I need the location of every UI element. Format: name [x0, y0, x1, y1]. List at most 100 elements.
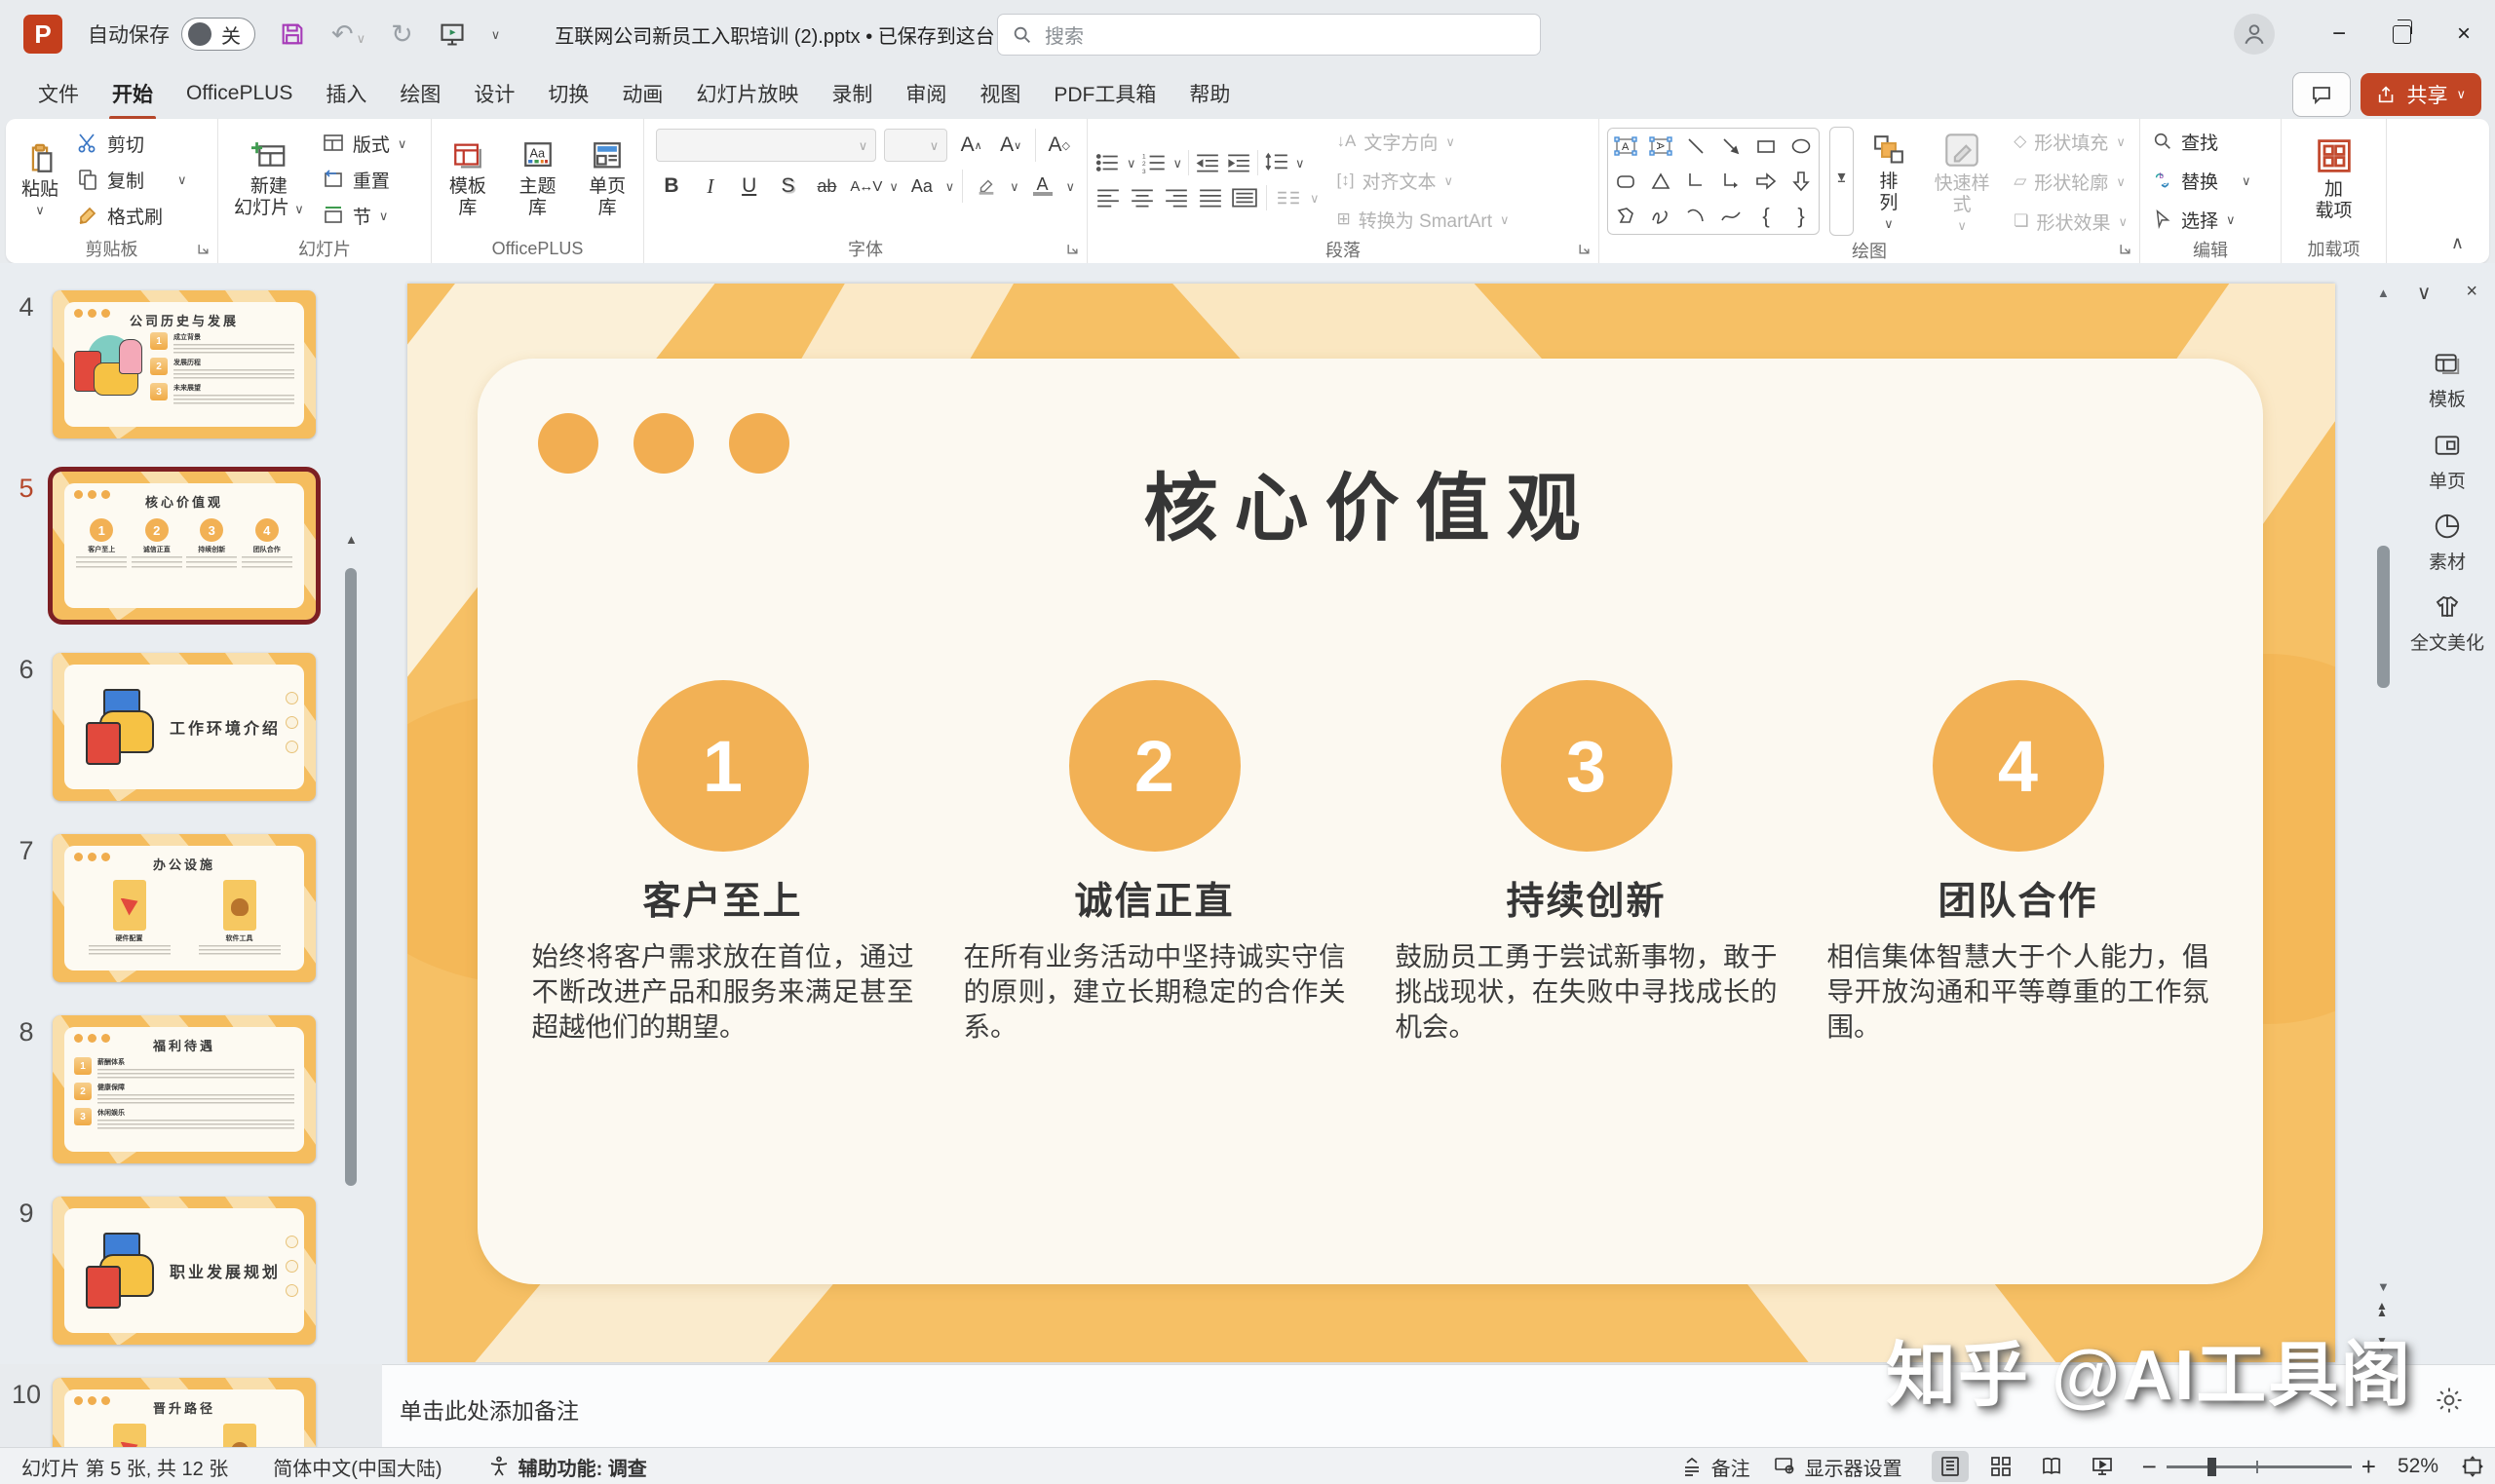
italic-button[interactable]: I: [695, 170, 726, 203]
shape-right-brace-icon[interactable]: }: [1797, 204, 1804, 229]
shape-line-icon[interactable]: [1684, 134, 1708, 158]
shape-left-brace-icon[interactable]: {: [1762, 204, 1769, 229]
undo-icon[interactable]: ↶: [331, 21, 354, 48]
section-button[interactable]: 节 ∨: [318, 199, 411, 232]
ribbon-tab[interactable]: 绘图: [383, 71, 457, 116]
shape-down-arrow-icon[interactable]: [1789, 170, 1813, 193]
value-column[interactable]: 2 诚信正直 在所有业务活动中坚持诚实守信的原则，建立长期稳定的合作关系。: [939, 680, 1370, 1044]
paragraph-dialog-launcher-icon[interactable]: [1578, 243, 1591, 255]
reading-view-button[interactable]: [2033, 1451, 2070, 1482]
shape-vertical-textbox-icon[interactable]: A: [1649, 134, 1672, 158]
shape-arrow-icon[interactable]: [1719, 134, 1743, 158]
save-icon[interactable]: [279, 20, 306, 48]
shape-right-arrow-icon[interactable]: [1754, 170, 1778, 193]
shape-freeform-icon[interactable]: [1614, 205, 1637, 228]
underline-button[interactable]: U: [734, 170, 765, 203]
scroll-up-icon[interactable]: ▲: [2377, 285, 2390, 300]
arrange-button[interactable]: 排列 ∨: [1863, 129, 1914, 235]
bold-button[interactable]: B: [656, 170, 687, 203]
ribbon-tab[interactable]: 帮助: [1172, 71, 1247, 116]
ribbon-tab[interactable]: 动画: [605, 71, 679, 116]
theme-library-button[interactable]: Aa 主题库: [510, 135, 566, 223]
ribbon-tab[interactable]: 插入: [309, 71, 383, 116]
numbering-icon[interactable]: 123: [1142, 152, 1168, 173]
tool-beautify[interactable]: 全文美化: [2399, 592, 2495, 655]
zoom-out-button[interactable]: −: [2142, 1452, 2157, 1482]
template-library-button[interactable]: 模板库: [440, 135, 496, 223]
convert-smartart-button[interactable]: ⊞转换为 SmartArt ∨: [1333, 203, 1514, 236]
autosave-toggle[interactable]: 关: [181, 18, 255, 51]
clipboard-dialog-launcher-icon[interactable]: [197, 243, 210, 255]
notes-placeholder[interactable]: 单击此处添加备注: [400, 1392, 579, 1426]
document-title[interactable]: 互联网公司新员工入职培训 (2).pptx • 已保存到这台电脑∨: [555, 20, 1052, 49]
slide-thumbnail-frame[interactable]: 职业发展规划: [53, 1197, 316, 1345]
layout-button[interactable]: 版式 ∨: [318, 127, 411, 160]
close-button[interactable]: ×: [2433, 0, 2495, 68]
powerpoint-logo-icon[interactable]: P: [23, 15, 62, 54]
slide-thumbnail[interactable]: 7 办公设施 硬件配置软件工具: [0, 834, 316, 982]
zoom-percentage[interactable]: 52%: [2398, 1455, 2438, 1478]
redo-icon[interactable]: ↻: [391, 21, 413, 48]
restore-button[interactable]: [2370, 0, 2433, 68]
addins-button[interactable]: 加载项: [2307, 133, 2361, 226]
align-text-button[interactable]: [↕]对齐文本 ∨: [1333, 164, 1514, 197]
slide-canvas[interactable]: 核心价值观 1 客户至上 始终将客户需求放在首位，通过不断改进产品和服务来满足甚…: [407, 284, 2335, 1362]
shape-oval-icon[interactable]: [1789, 134, 1813, 158]
zoom-slider-thumb[interactable]: [2207, 1458, 2216, 1476]
shape-scribble-icon[interactable]: [1649, 205, 1672, 228]
decrease-font-size-button[interactable]: A∨: [995, 129, 1027, 162]
shape-elbow-arrow-icon[interactable]: [1719, 170, 1743, 193]
slide-counter[interactable]: 幻灯片 第 5 张, 共 12 张: [21, 1453, 228, 1481]
cut-button[interactable]: 剪切: [72, 127, 191, 160]
distribute-icon[interactable]: [1232, 188, 1257, 208]
strikethrough-button[interactable]: ab: [812, 170, 843, 203]
align-center-icon[interactable]: [1130, 188, 1155, 208]
display-settings-button[interactable]: 显示器设置: [1772, 1453, 1902, 1481]
slide-title[interactable]: 核心价值观: [478, 448, 2263, 555]
fit-to-window-icon[interactable]: [2460, 1454, 2485, 1479]
new-slide-button[interactable]: 新建幻灯片 ∨: [226, 135, 312, 223]
font-color-button[interactable]: A: [1027, 170, 1058, 203]
thumbnail-scroll-up-icon[interactable]: ▲: [345, 532, 358, 547]
copy-button[interactable]: 复制 ∨: [72, 163, 191, 196]
ribbon-tab[interactable]: 视图: [963, 71, 1037, 116]
zoom-in-button[interactable]: +: [2361, 1452, 2376, 1482]
account-avatar[interactable]: [2234, 14, 2275, 55]
slide-thumbnail-frame[interactable]: 办公设施 硬件配置软件工具: [53, 834, 316, 982]
shape-gallery-more-button[interactable]: ▾▔: [1829, 127, 1854, 236]
language-indicator[interactable]: 简体中文(中国大陆): [273, 1453, 441, 1481]
ribbon-tab[interactable]: 切换: [531, 71, 605, 116]
previous-slide-icon[interactable]: ▲▲: [2376, 1303, 2388, 1315]
zoom-slider[interactable]: [2167, 1465, 2352, 1468]
font-size-combobox[interactable]: ∨: [884, 129, 947, 162]
find-button[interactable]: 查找: [2148, 125, 2255, 158]
slide-content-card[interactable]: 核心价值观 1 客户至上 始终将客户需求放在首位，通过不断改进产品和服务来满足甚…: [478, 359, 2263, 1284]
tool-template[interactable]: 模板: [2399, 349, 2495, 411]
shape-rounded-rectangle-icon[interactable]: [1614, 170, 1637, 193]
ribbon-tab[interactable]: 审阅: [889, 71, 963, 116]
shape-gallery[interactable]: A A { }: [1607, 128, 1820, 235]
shape-fill-button[interactable]: ◇形状填充 ∨: [2010, 125, 2131, 158]
slide-thumbnail-frame[interactable]: 公司历史与发展 1成立背景2发展历程3未来展望: [53, 290, 316, 438]
tool-single-page[interactable]: 单页: [2399, 431, 2495, 493]
shape-outline-button[interactable]: ▱形状轮廓 ∨: [2010, 165, 2131, 198]
value-column[interactable]: 4 团队合作 相信集体智慧大于个人能力，倡导开放沟通和平等尊重的工作氛围。: [1802, 680, 2234, 1044]
shape-triangle-icon[interactable]: [1649, 170, 1672, 193]
scrollbar-thumb[interactable]: [2377, 546, 2390, 688]
font-dialog-launcher-icon[interactable]: [1066, 243, 1079, 255]
autosave-control[interactable]: 自动保存 关: [88, 18, 255, 51]
decrease-indent-icon[interactable]: [1195, 152, 1220, 173]
scroll-down-icon[interactable]: ▼: [2377, 1279, 2390, 1294]
text-shadow-button[interactable]: S: [773, 170, 804, 203]
align-left-icon[interactable]: [1095, 188, 1121, 208]
thumbnail-scrollbar[interactable]: [345, 568, 357, 1186]
ribbon-tab[interactable]: 开始: [96, 71, 170, 116]
shape-curve-icon[interactable]: [1719, 205, 1743, 228]
ribbon-tab[interactable]: 设计: [457, 71, 531, 116]
slide-thumbnail[interactable]: 8 福利待遇 1薪酬体系2健康保障3休闲娱乐: [0, 1015, 316, 1163]
ribbon-tab[interactable]: 幻灯片放映: [679, 71, 815, 116]
slide-thumbnail[interactable]: 10 晋升路径: [0, 1378, 316, 1447]
panel-close-icon[interactable]: ×: [2466, 281, 2477, 305]
search-box[interactable]: 搜索: [997, 14, 1541, 56]
minimize-button[interactable]: −: [2308, 0, 2370, 68]
